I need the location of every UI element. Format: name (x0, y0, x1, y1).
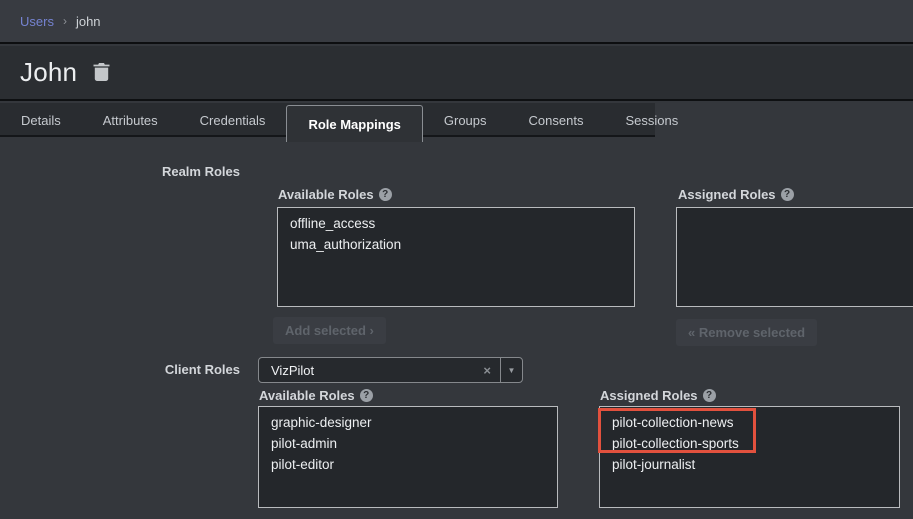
client-available-roles-label: Available Roles ? (259, 388, 373, 403)
list-item[interactable]: pilot-collection-sports (600, 433, 899, 454)
realm-roles-label: Realm Roles (0, 164, 240, 179)
list-item[interactable]: graphic-designer (259, 412, 557, 433)
tab-sessions[interactable]: Sessions (604, 103, 699, 137)
list-item[interactable]: pilot-collection-news (600, 412, 899, 433)
breadcrumb-separator: › (63, 14, 67, 28)
keycloak-user-role-mappings-page: Users › john John Details Attributes Cre… (0, 0, 913, 519)
client-assigned-roles-listbox[interactable]: pilot-collection-news pilot-collection-s… (599, 406, 900, 508)
dropdown-caret-box[interactable]: ▼ (501, 358, 522, 382)
client-select-value: VizPilot (259, 363, 474, 378)
list-item[interactable]: pilot-editor (259, 454, 557, 475)
tab-strip: Details Attributes Credentials Role Mapp… (0, 103, 655, 137)
clear-selection-icon[interactable]: × (474, 363, 500, 378)
role-mappings-panel: Realm Roles Available Roles ? offline_ac… (0, 139, 913, 519)
help-icon[interactable]: ? (360, 389, 373, 402)
client-assigned-roles-label: Assigned Roles ? (600, 388, 716, 403)
realm-assigned-roles-listbox[interactable] (676, 207, 913, 307)
tab-details[interactable]: Details (0, 103, 82, 137)
realm-assigned-roles-text: Assigned Roles (678, 187, 776, 202)
client-available-roles-listbox[interactable]: graphic-designer pilot-admin pilot-edito… (258, 406, 558, 508)
page-header: John (0, 46, 913, 101)
realm-available-roles-text: Available Roles (278, 187, 374, 202)
tab-groups[interactable]: Groups (423, 103, 508, 137)
list-item[interactable]: offline_access (278, 213, 634, 234)
help-icon[interactable]: ? (781, 188, 794, 201)
client-select-dropdown[interactable]: VizPilot × ▼ (258, 357, 523, 383)
breadcrumb-users-link[interactable]: Users (20, 14, 54, 29)
client-roles-label: Client Roles (0, 362, 240, 377)
page-title: John (20, 57, 77, 88)
client-available-roles-text: Available Roles (259, 388, 355, 403)
tab-band: Details Attributes Credentials Role Mapp… (0, 103, 913, 139)
add-selected-button[interactable]: Add selected › (273, 317, 386, 344)
tab-attributes[interactable]: Attributes (82, 103, 179, 137)
breadcrumb: Users › john (0, 0, 913, 44)
tab-credentials[interactable]: Credentials (179, 103, 287, 137)
list-item[interactable]: uma_authorization (278, 234, 634, 255)
list-item[interactable]: pilot-journalist (600, 454, 899, 475)
help-icon[interactable]: ? (379, 188, 392, 201)
breadcrumb-current: john (76, 14, 101, 29)
realm-assigned-roles-label: Assigned Roles ? (678, 187, 794, 202)
realm-available-roles-listbox[interactable]: offline_access uma_authorization (277, 207, 635, 307)
remove-selected-button[interactable]: « Remove selected (676, 319, 817, 346)
list-item[interactable]: pilot-admin (259, 433, 557, 454)
delete-user-trash-icon[interactable] (93, 63, 110, 82)
chevron-down-icon: ▼ (508, 366, 516, 375)
realm-available-roles-label: Available Roles ? (278, 187, 392, 202)
tab-consents[interactable]: Consents (508, 103, 605, 137)
client-assigned-roles-text: Assigned Roles (600, 388, 698, 403)
help-icon[interactable]: ? (703, 389, 716, 402)
tab-role-mappings[interactable]: Role Mappings (286, 105, 422, 142)
